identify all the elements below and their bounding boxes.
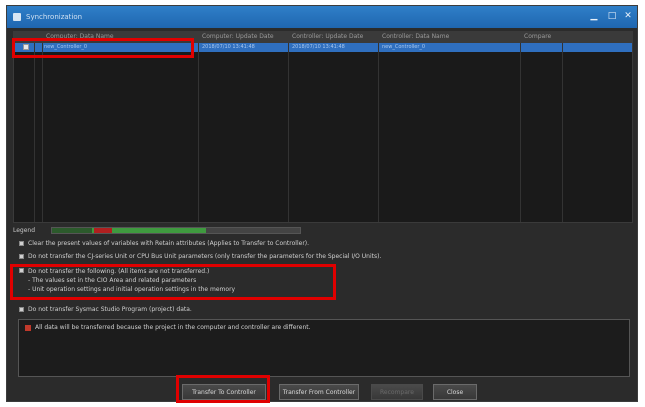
window-title: Synchronization — [26, 13, 83, 21]
option-checkbox[interactable] — [19, 307, 24, 312]
column-divider — [288, 43, 289, 222]
warning-icon — [25, 325, 31, 331]
message-box: All data will be transferred because the… — [18, 319, 630, 377]
synchronization-window: Synchronization ▁ □ ✕ Computer: Data Nam… — [6, 5, 638, 402]
transfer-from-controller-button[interactable]: Transfer From Controller — [279, 384, 359, 400]
option-checkbox[interactable] — [19, 254, 24, 259]
minimize-icon[interactable]: ▁ — [587, 9, 601, 23]
progress-segment — [52, 228, 92, 233]
option-checkbox[interactable] — [19, 268, 24, 273]
column-divider — [198, 43, 199, 222]
row-controller-name: new_Controller_0 — [382, 44, 426, 50]
app-icon — [13, 13, 21, 21]
option-label: Clear the present values of variables wi… — [28, 240, 310, 247]
sync-grid[interactable]: Computer: Data Name Computer: Update Dat… — [13, 31, 633, 223]
option-label: Do not transfer Sysmac Studio Program (p… — [28, 306, 192, 313]
column-divider — [562, 43, 563, 222]
grid-header: Computer: Data Name Computer: Update Dat… — [14, 32, 632, 43]
close-button[interactable]: Close — [433, 384, 477, 400]
column-divider — [42, 43, 43, 222]
column-divider — [34, 43, 35, 222]
progress-track — [51, 227, 301, 234]
close-icon[interactable]: ✕ — [621, 9, 635, 23]
header-controller-update-date[interactable]: Controller: Update Date — [292, 33, 363, 40]
header-compare[interactable]: Compare — [524, 33, 551, 40]
row-computer-date: 2018/07/10 13:41:48 — [202, 44, 255, 50]
option-label: Do not transfer the following. (All item… — [28, 268, 236, 293]
column-divider — [520, 43, 521, 222]
recompare-button[interactable]: Recompare — [371, 384, 423, 400]
column-divider — [378, 43, 379, 222]
legend-label: Legend — [13, 227, 36, 234]
option-checkbox[interactable] — [19, 241, 24, 246]
row-data-name: new_Controller_0 — [44, 44, 88, 50]
header-computer-update-date[interactable]: Computer: Update Date — [202, 33, 274, 40]
table-row[interactable]: new_Controller_0 2018/07/10 13:41:48 201… — [14, 43, 632, 52]
row-checkbox[interactable] — [23, 44, 29, 50]
title-bar: Synchronization ▁ □ ✕ — [7, 6, 637, 28]
option-label: Do not transfer the CJ-series Unit or CP… — [28, 253, 382, 260]
header-controller-data-name[interactable]: Controller: Data Name — [382, 33, 449, 40]
maximize-icon[interactable]: □ — [605, 9, 619, 23]
transfer-to-controller-button[interactable]: Transfer To Controller — [182, 384, 266, 400]
message-text: All data will be transferred because the… — [35, 324, 311, 331]
legend-bar: Legend — [13, 226, 633, 236]
header-computer-data-name[interactable]: Computer: Data Name — [46, 33, 114, 40]
progress-error-segment — [94, 228, 112, 233]
row-controller-date: 2018/07/10 13:41:48 — [292, 44, 345, 50]
